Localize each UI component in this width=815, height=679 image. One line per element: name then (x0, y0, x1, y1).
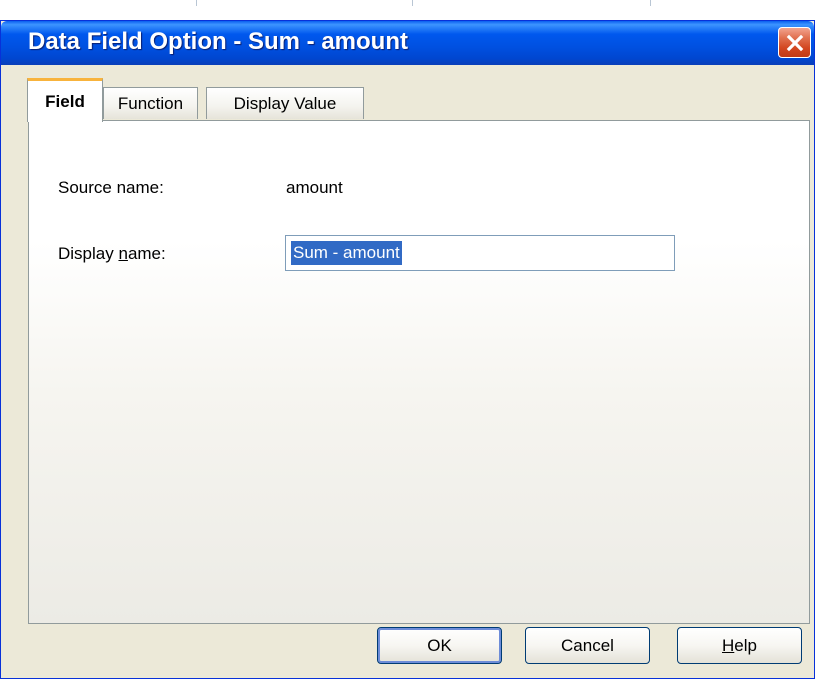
ok-button[interactable]: OK (377, 627, 502, 664)
tab-display-value[interactable]: Display Value (206, 87, 364, 119)
background-divider (412, 0, 413, 6)
help-label-end: elp (734, 635, 757, 655)
background-divider (196, 0, 197, 6)
source-name-label: Source name: (58, 178, 164, 197)
close-icon (786, 34, 803, 51)
close-button[interactable] (778, 27, 811, 58)
display-name-accelerator: n (118, 244, 128, 263)
title-bar[interactable]: Data Field Option - Sum - amount (1, 21, 814, 65)
help-accelerator: H (722, 635, 735, 655)
source-name-value: amount (286, 178, 343, 197)
panel-gradient (29, 241, 809, 623)
display-name-label-end: ame: (127, 244, 166, 263)
data-field-option-dialog: Data Field Option - Sum - amount Field F… (0, 20, 815, 679)
dialog-title: Data Field Option - Sum - amount (28, 28, 408, 55)
display-name-input[interactable]: Sum - amount (285, 235, 675, 271)
background-window-strip (0, 0, 815, 22)
help-button[interactable]: Help (677, 627, 802, 664)
tab-field[interactable]: Field (27, 78, 103, 122)
display-name-value: Sum - amount (291, 241, 402, 265)
cancel-button[interactable]: Cancel (525, 627, 650, 664)
background-divider (650, 0, 651, 6)
display-name-label: Display name: (58, 244, 166, 264)
tab-function[interactable]: Function (103, 87, 198, 119)
display-name-label-start: Display (58, 244, 119, 263)
